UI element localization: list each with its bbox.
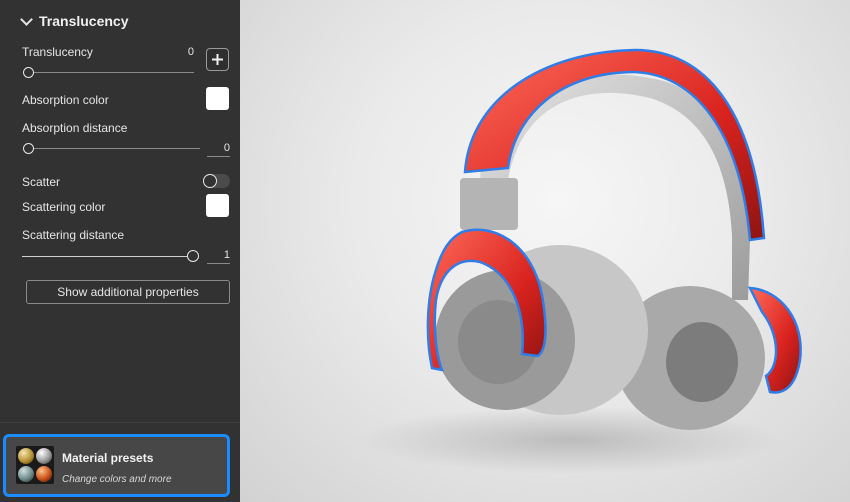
3d-viewport[interactable] bbox=[240, 0, 850, 502]
material-presets-title: Material presets bbox=[62, 451, 154, 465]
scatter-toggle[interactable] bbox=[203, 174, 230, 188]
material-presets-card[interactable]: Material presets Change colors and more bbox=[3, 434, 230, 497]
scattering-color-swatch[interactable] bbox=[206, 194, 229, 217]
absorption-distance-input[interactable]: 0 bbox=[207, 142, 230, 157]
scatter-label: Scatter bbox=[22, 175, 61, 189]
section-header-translucency[interactable]: Translucency bbox=[20, 12, 129, 30]
translucency-slider-track[interactable] bbox=[34, 72, 194, 73]
gold-sphere-icon bbox=[18, 448, 34, 464]
scattering-distance-slider-track[interactable] bbox=[22, 256, 188, 257]
steel-sphere-icon bbox=[18, 466, 34, 482]
copper-sphere-icon bbox=[36, 466, 52, 482]
absorption-distance-label: Absorption distance bbox=[22, 121, 128, 135]
translucency-label: Translucency bbox=[22, 45, 93, 59]
chevron-down-icon bbox=[20, 12, 33, 26]
panel-divider bbox=[0, 422, 240, 423]
plus-icon bbox=[212, 54, 223, 65]
absorption-distance-slider-track[interactable] bbox=[34, 148, 200, 149]
right-earcup-inner bbox=[666, 322, 738, 402]
section-title: Translucency bbox=[39, 13, 129, 29]
headphones-model[interactable] bbox=[240, 0, 850, 502]
absorption-color-swatch[interactable] bbox=[206, 87, 229, 110]
scattering-distance-label: Scattering distance bbox=[22, 228, 125, 242]
absorption-color-label: Absorption color bbox=[22, 93, 109, 107]
show-additional-properties-button[interactable]: Show additional properties bbox=[26, 280, 230, 304]
translucency-slider-thumb[interactable] bbox=[23, 67, 34, 78]
scattering-distance-slider-thumb[interactable] bbox=[187, 250, 199, 262]
properties-panel: Translucency Translucency 0 Absorption c… bbox=[0, 0, 240, 502]
absorption-distance-slider-thumb[interactable] bbox=[23, 143, 34, 154]
scattering-distance-input[interactable]: 1 bbox=[207, 249, 230, 264]
chrome-sphere-icon bbox=[36, 448, 52, 464]
translucency-value: 0 bbox=[187, 46, 194, 58]
material-presets-subtitle: Change colors and more bbox=[62, 474, 172, 485]
scattering-color-label: Scattering color bbox=[22, 200, 106, 214]
material-presets-thumbnail bbox=[16, 446, 54, 484]
add-translucency-button[interactable] bbox=[206, 48, 229, 71]
left-slider-block bbox=[460, 178, 518, 230]
scatter-toggle-knob bbox=[203, 174, 217, 188]
